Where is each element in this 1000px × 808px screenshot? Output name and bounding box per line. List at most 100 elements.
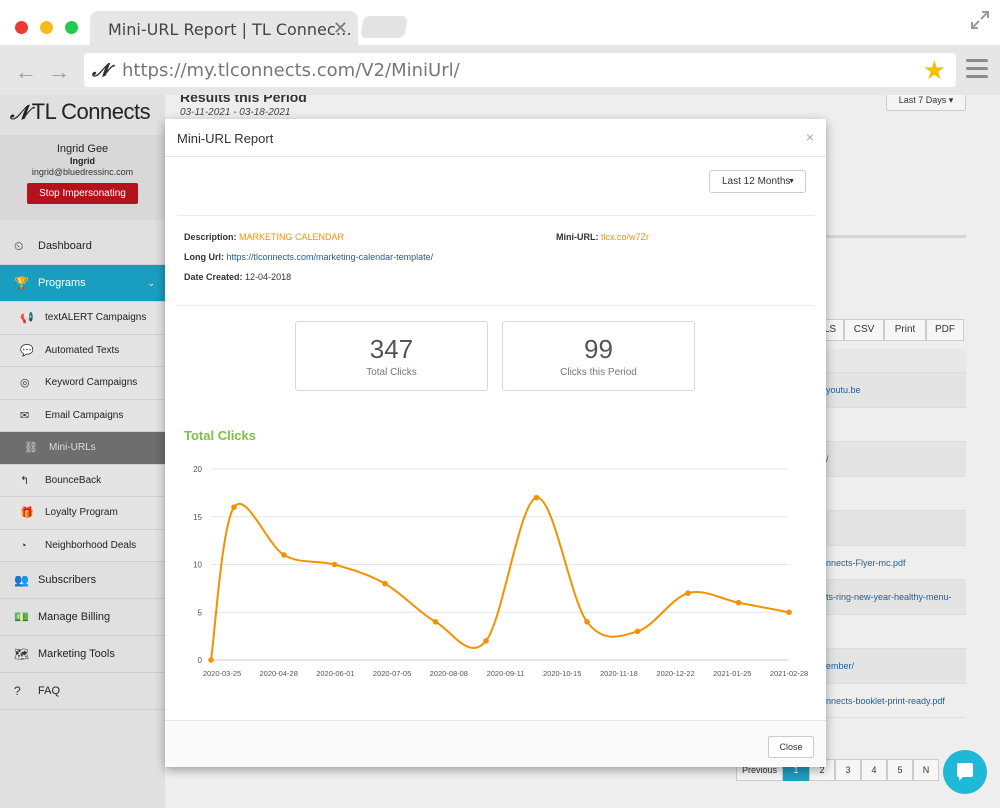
divider <box>177 215 814 216</box>
sidebar-item-label: Loyalty Program <box>45 507 118 518</box>
new-tab-button[interactable] <box>360 16 408 38</box>
pie-chart-icon: ◔ <box>20 539 27 552</box>
sidebar-nav: ⏲ Dashboard 🏆 Programs ⌄ 📢 textALERT Campaig… <box>0 228 165 710</box>
browser-menu-icon[interactable] <box>966 59 988 79</box>
table-header <box>816 349 966 373</box>
browser-tab-active[interactable]: Mini-URL Report | TL Connec… ✕ <box>90 11 358 45</box>
x-tick-label: 2020-09-11 <box>487 669 525 678</box>
data-point <box>533 494 540 501</box>
export-print-button[interactable]: Print <box>884 319 926 341</box>
table-row[interactable]: nnects-Flyer-mc.pdf <box>816 546 966 580</box>
total-clicks-card: 347 Total Clicks <box>295 321 488 391</box>
tab-close-icon[interactable]: ✕ <box>333 18 348 39</box>
modal-footer <box>165 720 826 767</box>
table-row[interactable]: / <box>816 442 966 477</box>
back-arrow-icon[interactable]: ← <box>15 59 37 85</box>
x-tick-label: 2020-11-18 <box>600 669 638 678</box>
url-field[interactable]: 𝓝 https://my.tlconnects.com/V2/MiniUrl/ … <box>84 53 956 87</box>
sidebar-item-label: Programs <box>38 277 86 289</box>
data-point <box>382 580 388 587</box>
browser-tab-bar: Mini-URL Report | TL Connec… ✕ <box>0 0 1000 45</box>
x-tick-label: 2020-04-28 <box>260 669 298 678</box>
window-maximize-button[interactable] <box>65 21 78 34</box>
gift-icon: 🎁 <box>20 507 34 519</box>
sidebar-subitem-neighborhood-deals[interactable]: ◔ Neighborhood Deals <box>0 529 165 562</box>
modal-close-icon[interactable]: × <box>806 129 814 145</box>
close-button[interactable]: Close <box>768 736 814 758</box>
export-pdf-button[interactable]: PDF <box>926 319 964 341</box>
chat-icon: 💬 <box>20 344 34 357</box>
question-icon: ? <box>14 684 21 698</box>
table-row[interactable]: ts-ring-new-year-healthy-menu- <box>816 580 966 615</box>
url-text[interactable]: https://my.tlconnects.com/V2/MiniUrl/ <box>122 60 460 81</box>
date-created-label: Date Created: <box>184 272 243 282</box>
pagination-page[interactable]: 3 <box>835 759 862 781</box>
table-row[interactable] <box>816 615 966 649</box>
data-point <box>634 628 641 635</box>
x-tick-label: 2021-01-25 <box>713 669 751 678</box>
pagination-next[interactable]: N <box>913 759 940 781</box>
table-row[interactable] <box>816 477 966 511</box>
sidebar-subitem-textalert[interactable]: 📢 textALERT Campaigns <box>0 302 165 335</box>
sidebar-subitem-loyalty-program[interactable]: 🎁 Loyalty Program <box>0 497 165 530</box>
results-date-range: 03-11-2021 - 03-18-2021 <box>180 107 291 118</box>
sidebar-subitem-mini-urls[interactable]: ⛓ Mini-URLs <box>0 432 165 465</box>
total-clicks-label: Total Clicks <box>366 367 417 378</box>
megaphone-icon: 📢 <box>20 312 34 324</box>
window-minimize-button[interactable] <box>40 21 53 34</box>
table-row[interactable] <box>816 511 966 546</box>
table-row[interactable]: ember/ <box>816 649 966 684</box>
sidebar-item-label: Dashboard <box>38 240 92 252</box>
fullscreen-icon[interactable] <box>970 10 990 30</box>
date-range-label: Last 12 Months <box>722 176 791 187</box>
sidebar-subitem-automated-texts[interactable]: 💬 Automated Texts <box>0 334 165 367</box>
data-point <box>786 609 792 616</box>
y-tick-label: 20 <box>193 465 202 474</box>
sidebar-item-dashboard[interactable]: ⏲ Dashboard <box>0 228 165 265</box>
x-tick-label: 2020-07-05 <box>373 669 411 678</box>
sidebar-item-label: Manage Billing <box>38 611 111 623</box>
sidebar-subitem-email-campaigns[interactable]: ✉ Email Campaigns <box>0 399 165 432</box>
x-tick-label: 2020-08-08 <box>430 669 468 678</box>
reply-icon: ↰ <box>20 474 30 487</box>
longurl-link[interactable]: https://tlconnects.com/marketing-calenda… <box>227 252 434 262</box>
table-row[interactable] <box>816 408 966 442</box>
user-email: ingrid@bluedressinc.com <box>31 167 134 177</box>
longurl-label: Long Url: <box>184 252 224 262</box>
window-close-button[interactable] <box>15 21 28 34</box>
user-panel: Ingrid Gee Ingrid ingrid@bluedressinc.co… <box>0 135 165 220</box>
brand-logo[interactable]: 𝒩 TL Connects <box>10 99 151 125</box>
table-row[interactable]: youtu.be <box>816 373 966 408</box>
logo-mark-icon: 𝒩 <box>10 100 29 124</box>
x-tick-label: 2020-10-15 <box>543 669 581 678</box>
data-point <box>432 619 439 625</box>
date-range-dropdown[interactable]: Last 12 Months ▼ <box>709 170 806 193</box>
bookmark-star-icon[interactable]: ★ <box>923 55 946 86</box>
data-point <box>735 599 742 606</box>
sidebar-item-label: Automated Texts <box>45 344 120 356</box>
sidebar-item-marketing-tools[interactable]: 🗺 Marketing Tools <box>0 636 165 673</box>
sidebar: 𝒩 TL Connects Ingrid Gee Ingrid ingrid@bl… <box>0 95 165 808</box>
pagination-page[interactable]: 4 <box>861 759 888 781</box>
x-tick-label: 2020-12-22 <box>656 669 694 678</box>
stop-impersonating-button[interactable]: Stop Impersonating <box>27 183 138 204</box>
forward-arrow-icon[interactable]: → <box>48 59 70 85</box>
sidebar-item-faq[interactable]: ? FAQ <box>0 673 165 710</box>
miniurl-link[interactable]: tlcx.co/w7Zr <box>601 232 649 242</box>
sidebar-subitem-keyword-campaigns[interactable]: ◎ Keyword Campaigns <box>0 367 165 400</box>
chat-widget-button[interactable] <box>943 750 987 794</box>
sidebar-subitem-bounceback[interactable]: ↰ BounceBack <box>0 464 165 497</box>
sidebar-item-programs[interactable]: 🏆 Programs ⌄ <box>0 265 165 302</box>
table-row[interactable]: nnects-booklet-print-ready.pdf <box>816 684 966 718</box>
miniurl-row: Mini-URL: tlcx.co/w7Zr <box>556 232 649 242</box>
description-label: Description: <box>184 232 237 242</box>
chart-title: Total Clicks <box>184 428 257 443</box>
period-select[interactable]: Last 7 Days ▾ <box>886 95 966 111</box>
x-tick-label: 2021-02-28 <box>770 669 808 678</box>
sidebar-item-subscribers[interactable]: 👥 Subscribers <box>0 562 165 599</box>
sidebar-item-label: textALERT Campaigns <box>45 312 147 323</box>
pagination-page[interactable]: 5 <box>887 759 914 781</box>
export-csv-button[interactable]: CSV <box>844 319 884 341</box>
trophy-icon: 🏆 <box>14 276 29 290</box>
sidebar-item-manage-billing[interactable]: 💵 Manage Billing <box>0 599 165 636</box>
